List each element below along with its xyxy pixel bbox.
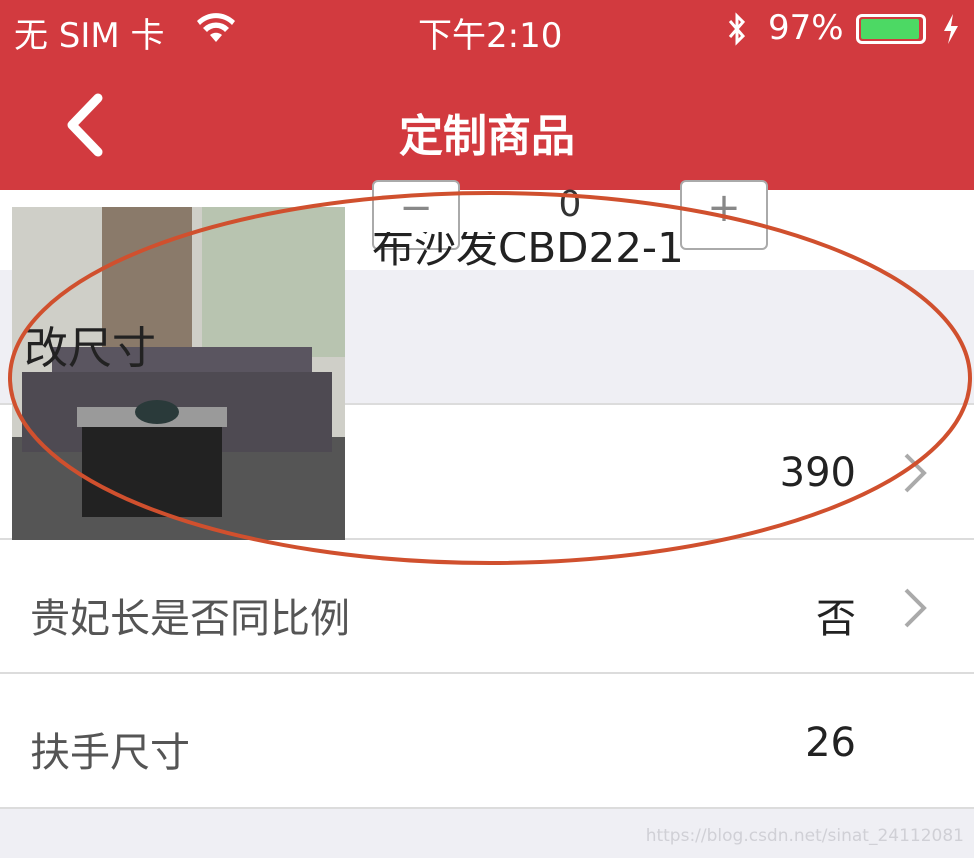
watermark: https://blog.csdn.net/sinat_24112081 (645, 826, 964, 846)
annotation-ellipse (8, 191, 972, 565)
